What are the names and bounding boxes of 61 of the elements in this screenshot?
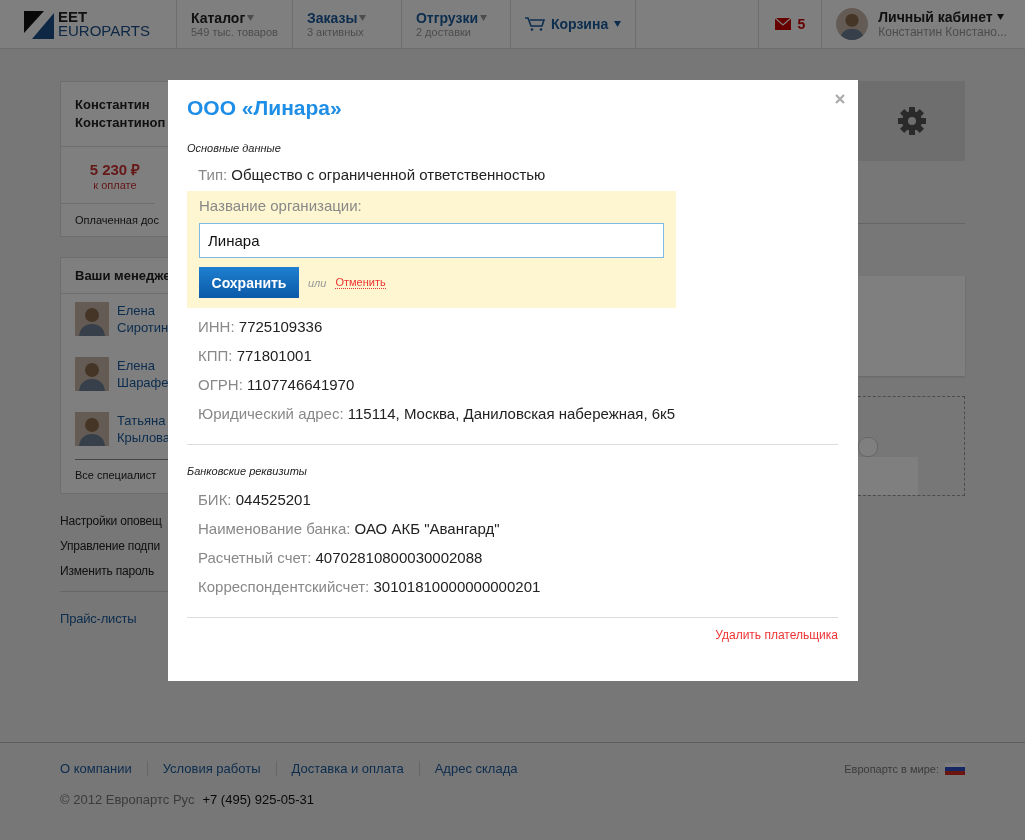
caret-icon	[996, 14, 1004, 20]
cart-icon	[524, 17, 545, 31]
price-lists-link[interactable]: Прайс-листы	[60, 611, 137, 626]
close-icon[interactable]	[835, 94, 845, 104]
caret-icon	[614, 21, 622, 27]
copyright: © 2012 Европартс Рус	[60, 792, 195, 807]
field-row-text: Корреспондентскийсчет: 30101810000000000201	[197, 577, 542, 597]
collapse-toggle[interactable]	[858, 437, 878, 457]
mail-count: 5	[797, 16, 806, 32]
field-row-text: Тип: Общество с ограниченной ответственностью	[197, 165, 547, 185]
field-row-text: КПП: 771801001	[197, 346, 313, 366]
avatar-icon	[75, 302, 109, 336]
field-row-text: ИНН: 7725109336	[197, 317, 324, 337]
profile-name: Константин	[75, 96, 150, 114]
world-label: Европартс в мире:	[844, 762, 939, 775]
field-row-text: Юридический адрес: 115114, Москва, Даниловская набережная, 6к5	[197, 404, 676, 424]
account-menu[interactable]: Личный кабинет	[878, 9, 1007, 25]
settings-icon	[896, 106, 927, 136]
amount-due: 5 230 ₽	[89, 160, 141, 179]
avatar-icon	[836, 8, 869, 40]
section-title: Основные данные	[187, 142, 282, 154]
field-row-text: Расчетный счет: 40702810800030002088	[197, 548, 484, 568]
caret-icon	[247, 15, 255, 21]
avatar-icon	[75, 357, 109, 391]
footer-link[interactable]: Условия работы	[146, 761, 276, 776]
nav-link[interactable]: Каталог	[191, 10, 278, 26]
cart-link[interactable]: Корзина	[550, 16, 609, 32]
caret-icon	[359, 15, 367, 21]
field-row-text: Наименование банка: ОАО АКБ "Авангард"	[197, 519, 501, 539]
field-row-text: ОГРН: 1107746641970	[197, 375, 356, 395]
manager-name[interactable]: Татьяна Крылова	[117, 412, 171, 459]
manager-name[interactable]: Елена Шарафе	[117, 357, 169, 404]
nav-link[interactable]: Заказы	[306, 10, 387, 26]
field-label: Название организации:	[199, 196, 363, 216]
mail-icon[interactable]	[775, 18, 792, 30]
phone-number: +7 (495) 925-05-31	[202, 792, 315, 807]
logo[interactable]: EET EUROPARTS	[58, 10, 150, 38]
delete-payer-link[interactable]: Удалить плательщика	[715, 628, 838, 642]
profile-name: Константиноп	[75, 114, 166, 132]
settings-link[interactable]: Настройки оповещ	[60, 514, 162, 528]
avatar-icon	[75, 412, 109, 446]
settings-link[interactable]: Управление подпи	[60, 539, 160, 553]
amount-label: к оплате	[93, 179, 137, 191]
settings-link[interactable]: Изменить пароль	[60, 564, 154, 578]
cancel-link[interactable]: Отменить	[335, 276, 386, 289]
name-input[interactable]: Линара	[199, 223, 664, 258]
footer-link[interactable]: О компании	[60, 761, 147, 776]
flag-icon[interactable]	[945, 762, 965, 775]
save-button[interactable]: Сохранить	[199, 267, 299, 298]
footer-link[interactable]: Адрес склада	[418, 761, 533, 776]
settings-tile[interactable]	[858, 81, 965, 161]
nav-link[interactable]: Отгрузки	[415, 10, 496, 26]
field-row-text: БИК: 044525201	[197, 490, 312, 510]
logo-icon	[24, 9, 54, 39]
or-text: или	[308, 276, 327, 289]
manager-name[interactable]: Елена Сиротин	[117, 302, 169, 349]
caret-icon	[480, 15, 488, 21]
delivery-note: Оплаченная дос	[75, 214, 159, 226]
footer-link[interactable]: Доставка и оплата	[275, 761, 419, 776]
dialog-title: ООО «Линара»	[187, 96, 343, 120]
section-title: Банковские реквизиты	[187, 465, 308, 477]
